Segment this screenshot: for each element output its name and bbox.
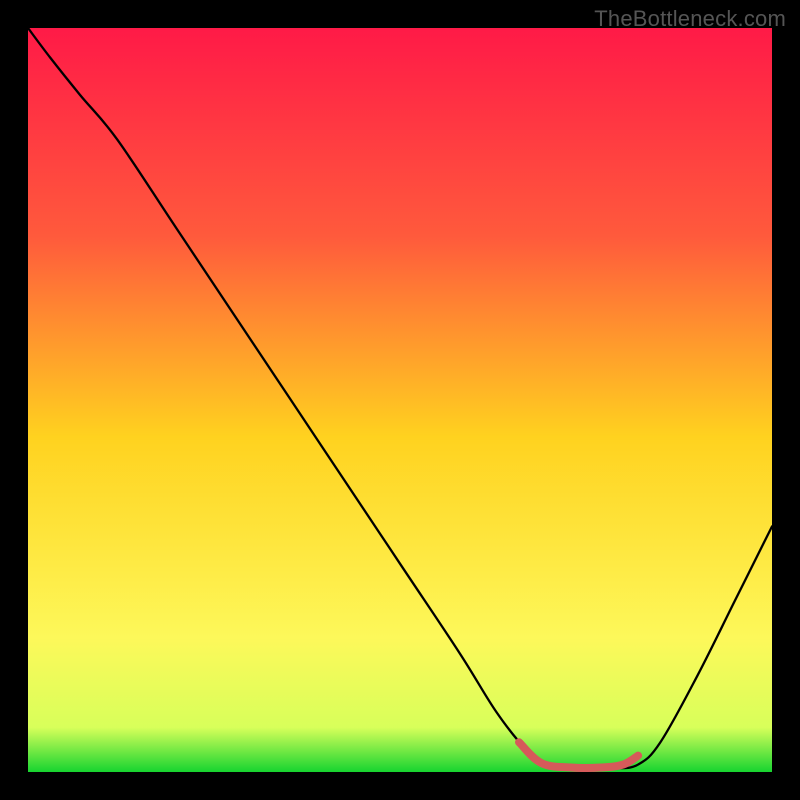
chart-area	[28, 28, 772, 772]
gradient-background	[28, 28, 772, 772]
watermark-text: TheBottleneck.com	[594, 6, 786, 32]
bottleneck-chart	[28, 28, 772, 772]
